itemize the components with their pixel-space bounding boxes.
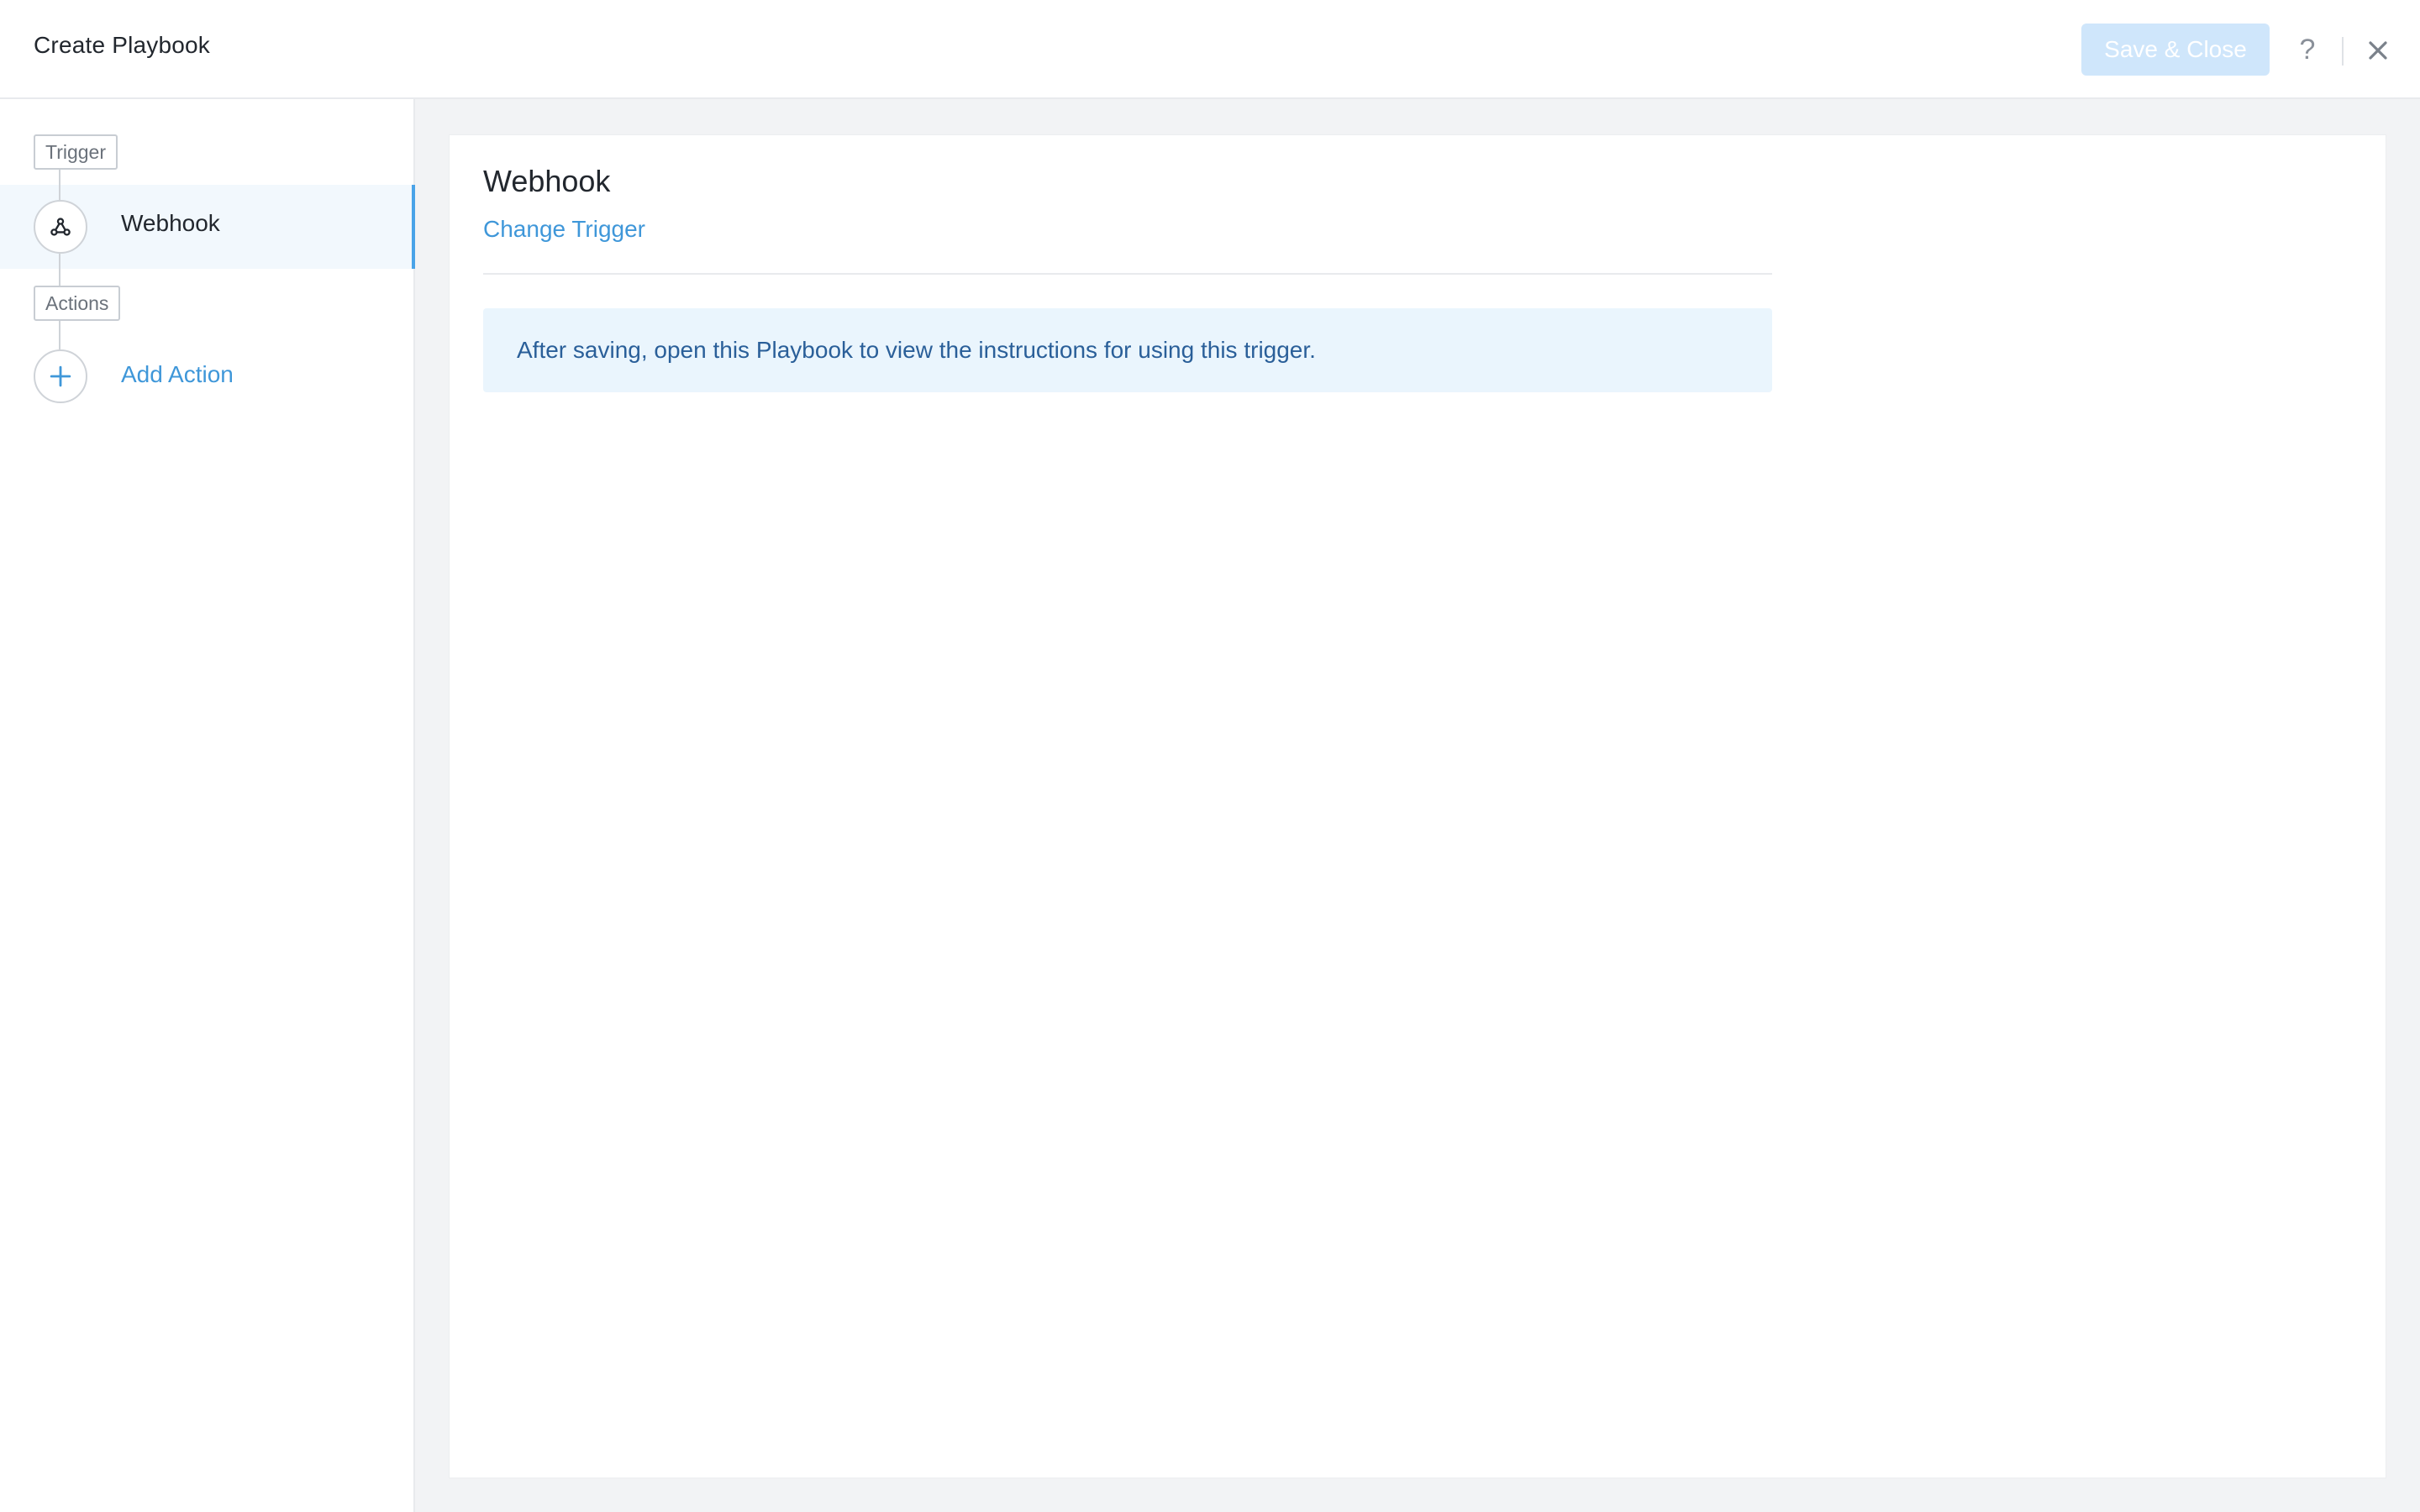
connector-line xyxy=(59,254,60,269)
sidebar-item-label: Webhook xyxy=(121,210,220,236)
help-button[interactable]: ? xyxy=(2292,30,2323,69)
plus-icon xyxy=(50,365,71,387)
main-panel: Webhook Change Trigger After saving, ope… xyxy=(415,99,2420,1512)
save-close-button[interactable]: Save & Close xyxy=(2081,24,2270,76)
header-divider xyxy=(2342,37,2344,66)
add-action-item[interactable]: Add Action xyxy=(0,349,412,408)
trigger-detail-card: Webhook Change Trigger After saving, ope… xyxy=(449,134,2386,1478)
actions-section-tag: Actions xyxy=(34,286,121,321)
connector-line xyxy=(59,185,60,200)
close-icon xyxy=(2369,41,2387,60)
trigger-section-tag: Trigger xyxy=(34,134,118,170)
webhook-icon xyxy=(50,218,71,236)
connector-line xyxy=(59,319,60,349)
page-title: Create Playbook xyxy=(34,32,211,58)
section-divider xyxy=(483,273,1772,275)
info-message-text: After saving, open this Playbook to view… xyxy=(517,337,1316,363)
change-trigger-link[interactable]: Change Trigger xyxy=(483,216,645,243)
close-button[interactable] xyxy=(2361,34,2395,67)
header-bar: Create Playbook Save & Close ? xyxy=(0,0,2420,99)
trigger-title: Webhook xyxy=(483,164,611,198)
webhook-node xyxy=(34,200,87,254)
playbook-steps-sidebar: Trigger Webhook Actions Add Action xyxy=(0,99,415,1512)
info-message: After saving, open this Playbook to view… xyxy=(483,308,1772,392)
add-action-node xyxy=(34,349,87,403)
add-action-label: Add Action xyxy=(121,361,234,387)
sidebar-item-webhook[interactable]: Webhook xyxy=(0,185,415,269)
connector-line xyxy=(59,269,60,287)
